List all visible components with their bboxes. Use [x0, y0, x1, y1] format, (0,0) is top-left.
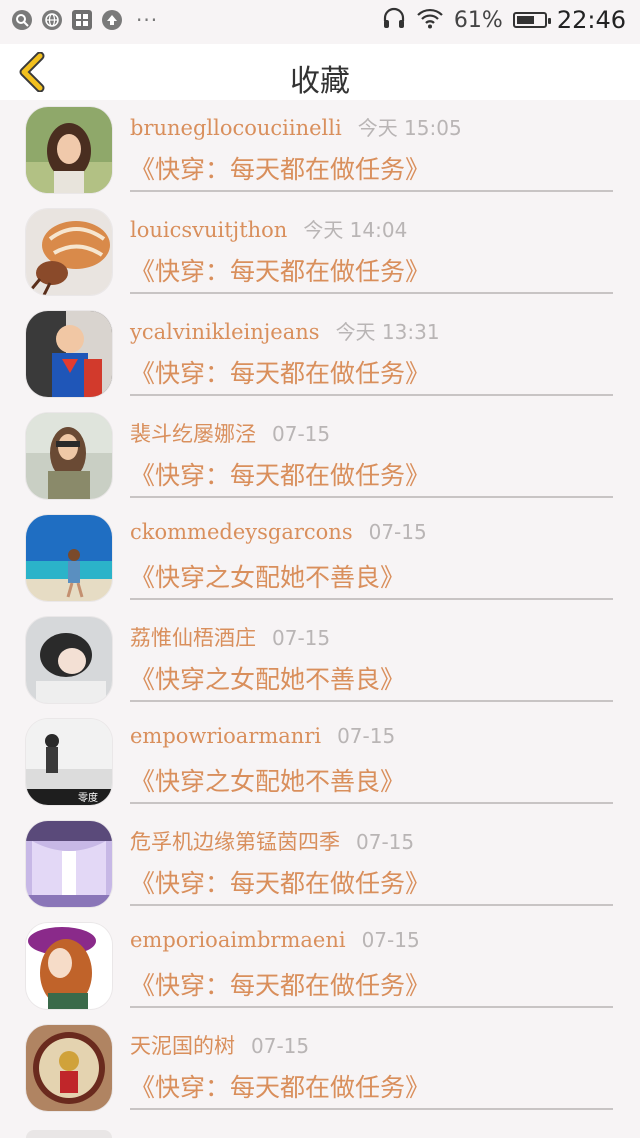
timestamp: 07-15	[272, 422, 331, 446]
book-title[interactable]: 《快穿：每天都在做任务》	[130, 864, 430, 900]
avatar[interactable]	[26, 1025, 112, 1111]
user-name: 裴斗纥屡娜泾 07-15	[130, 422, 331, 446]
divider	[130, 802, 613, 804]
user-name: 荔惟仙梧酒庄 07-15	[130, 626, 331, 650]
divider	[130, 496, 613, 498]
list-item[interactable]: ycalvinikleinjeans 今天 13:31 《快穿：每天都在做任务》	[0, 304, 640, 406]
book-title[interactable]: 《快穿：每天都在做任务》	[130, 252, 430, 288]
nav-bar: 收藏	[0, 44, 640, 100]
avatar[interactable]	[26, 617, 112, 703]
status-bar: ··· 61% 22:46	[0, 0, 640, 44]
apps-icon	[72, 10, 92, 30]
user-name: 天泥国的树 07-15	[130, 1034, 310, 1058]
list-item[interactable]: 天泥国的树 07-15 《快穿：每天都在做任务》	[0, 1018, 640, 1120]
timestamp: 07-15	[356, 830, 415, 854]
user-name: louicsvuitjthon 今天 14:04	[130, 218, 408, 242]
avatar[interactable]: 零度	[26, 719, 112, 805]
book-title[interactable]: 《快穿之女配她不善良》	[130, 558, 405, 594]
book-title[interactable]: 《快穿：每天都在做任务》	[130, 966, 430, 1002]
clock: 22:46	[556, 6, 626, 34]
avatar[interactable]	[26, 413, 112, 499]
search-icon	[12, 10, 32, 30]
divider	[130, 394, 613, 396]
battery-percent: 61%	[453, 7, 503, 33]
avatar[interactable]	[26, 209, 112, 295]
list-item[interactable]: 零度 empowrioarmanri 07-15 《快穿之女配她不善良》	[0, 712, 640, 814]
timestamp: 07-15	[272, 626, 331, 650]
user-name: 危孚机边缘第锰茵四季 07-15	[130, 830, 415, 854]
book-title[interactable]: 《快穿：每天都在做任务》	[130, 1068, 430, 1104]
timestamp: 07-15	[337, 724, 396, 748]
user-name: ycalvinikleinjeans 今天 13:31	[130, 320, 440, 344]
divider	[130, 190, 613, 192]
timestamp: 今天 15:05	[357, 116, 462, 140]
page-title: 收藏	[290, 64, 350, 99]
divider	[130, 1006, 613, 1008]
list-item[interactable]: 危孚机边缘第锰茵四季 07-15 《快穿：每天都在做任务》	[0, 814, 640, 916]
timestamp: 07-15	[361, 928, 420, 952]
timestamp: 今天 13:31	[335, 320, 440, 344]
timestamp: 今天 14:04	[303, 218, 408, 242]
divider	[130, 1108, 613, 1110]
timestamp: 07-15	[251, 1034, 310, 1058]
divider	[130, 598, 613, 600]
more-dots-icon: ···	[136, 8, 159, 32]
status-bar-left-icons: ···	[12, 10, 158, 30]
headphones-icon	[382, 7, 406, 33]
book-title[interactable]: 《快穿之女配她不善良》	[130, 660, 405, 696]
wifi-icon	[416, 7, 444, 33]
avatar[interactable]	[26, 515, 112, 601]
list-item[interactable]: 裴斗纥屡娜泾 07-15 《快穿：每天都在做任务》	[0, 406, 640, 508]
avatar[interactable]	[26, 821, 112, 907]
list-item[interactable]: louicsvuitjthon 今天 14:04 《快穿：每天都在做任务》	[0, 202, 640, 304]
user-name: ckommedeysgarcons 07-15	[130, 520, 427, 544]
book-title[interactable]: 《快穿：每天都在做任务》	[130, 150, 430, 186]
book-title[interactable]: 《快穿之女配她不善良》	[130, 762, 405, 798]
book-title[interactable]: 《快穿：每天都在做任务》	[130, 456, 430, 492]
divider	[130, 700, 613, 702]
upload-icon	[102, 10, 122, 30]
list-item[interactable]: emporioaimbrmaeni 07-15 《快穿：每天都在做任务》	[0, 916, 640, 1018]
battery-icon	[512, 12, 551, 28]
user-name: empowrioarmanri 07-15	[130, 724, 396, 748]
list-item[interactable]: 荔惟仙梧酒庄 07-15 《快穿之女配她不善良》	[0, 610, 640, 712]
avatar[interactable]	[26, 923, 112, 1009]
user-name: brunegllocouciinelli 今天 15:05	[130, 116, 462, 140]
avatar[interactable]	[26, 1130, 112, 1138]
timestamp: 07-15	[368, 520, 427, 544]
list-item[interactable]: brunegllocouciinelli 今天 15:05 《快穿：每天都在做任务…	[0, 100, 640, 202]
avatar[interactable]	[26, 107, 112, 193]
avatar[interactable]	[26, 311, 112, 397]
user-name: emporioaimbrmaeni 07-15	[130, 928, 420, 952]
status-bar-right: 61% 22:46	[382, 6, 626, 34]
avatar-caption: 零度	[78, 791, 98, 804]
globe-icon	[42, 10, 62, 30]
divider	[130, 904, 613, 906]
book-title[interactable]: 《快穿：每天都在做任务》	[130, 354, 430, 390]
divider	[130, 292, 613, 294]
list-item[interactable]: ckommedeysgarcons 07-15 《快穿之女配她不善良》	[0, 508, 640, 610]
